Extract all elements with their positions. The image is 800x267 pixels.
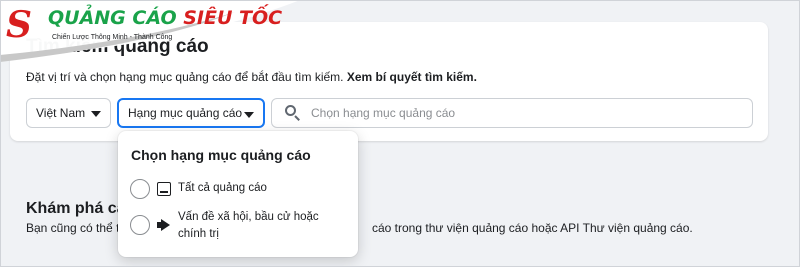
dropdown-title: Chọn hạng mục quảng cáo — [131, 147, 311, 163]
logo-brand-part1: QUẢNG CÁO — [48, 7, 177, 29]
ad-icon — [157, 182, 171, 196]
logo-tagline: Chiến Lược Thông Minh - Thành Công — [52, 34, 173, 41]
search-icon — [283, 103, 303, 123]
ad-category-select[interactable]: Hạng mục quảng cáo — [117, 98, 265, 128]
option-all-ads[interactable]: Tất cả quảng cáo — [130, 179, 338, 199]
search-input[interactable] — [311, 106, 711, 120]
radio-button[interactable] — [130, 215, 150, 235]
country-select[interactable]: Việt Nam — [26, 98, 111, 128]
search-description: Đặt vị trí và chọn hạng mục quảng cáo để… — [26, 70, 477, 84]
option-political-ads[interactable]: Vấn đề xã hội, bầu cử hoặc chính trị — [130, 209, 338, 243]
ad-category-dropdown: Chọn hạng mục quảng cáo Tất cả quảng cáo… — [118, 131, 358, 257]
caret-down-icon — [91, 111, 101, 117]
option-label: Vấn đề xã hội, bầu cử hoặc chính trị — [178, 211, 319, 240]
explore-description-end: cáo trong thư viện quảng cáo hoặc API Th… — [372, 221, 693, 235]
logo-wordmark: QUẢNG CÁO SIÊU TỐC — [48, 7, 282, 29]
search-tips-link[interactable]: Xem bí quyết tìm kiếm. — [347, 70, 477, 84]
search-box[interactable] — [271, 98, 753, 128]
logo-brand-part2: SIÊU TỐC — [183, 7, 283, 29]
megaphone-icon — [157, 218, 171, 232]
logo-mark: S — [6, 4, 32, 46]
caret-down-icon — [244, 112, 254, 118]
brand-logo: S QUẢNG CÁO SIÊU TỐC Chiến Lược Thông Mi… — [0, 0, 290, 60]
option-label: Tất cả quảng cáo — [178, 182, 267, 194]
ad-category-select-value: Hạng mục quảng cáo — [128, 106, 243, 120]
search-description-text: Đặt vị trí và chọn hạng mục quảng cáo để… — [26, 70, 344, 84]
radio-button[interactable] — [130, 179, 150, 199]
country-select-value: Việt Nam — [36, 106, 86, 120]
explore-description-start: Bạn cũng có thể ti — [26, 221, 123, 235]
